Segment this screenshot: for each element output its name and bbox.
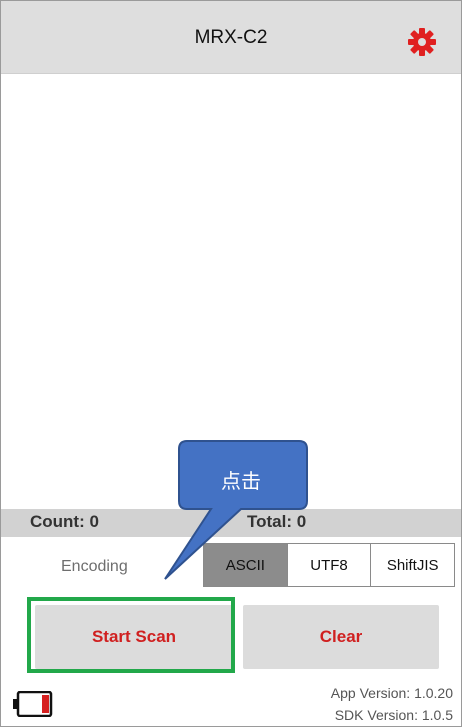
start-scan-highlight-box bbox=[27, 597, 235, 673]
app-header: MRX-C2 bbox=[1, 1, 461, 74]
encoding-option-utf8[interactable]: UTF8 bbox=[287, 544, 372, 586]
battery-low-icon bbox=[13, 691, 53, 717]
encoding-selector: ASCII UTF8 ShiftJIS bbox=[203, 543, 455, 587]
gear-icon[interactable] bbox=[407, 27, 437, 57]
encoding-option-shiftjis[interactable]: ShiftJIS bbox=[371, 544, 455, 586]
app-title: MRX-C2 bbox=[194, 27, 268, 48]
count-bar: Count: 0 Total: 0 bbox=[1, 509, 461, 537]
total-label: Total: 0 bbox=[247, 512, 307, 531]
count-label: Count: 0 bbox=[30, 512, 99, 531]
sdk-version: SDK Version: 1.0.5 bbox=[334, 707, 453, 723]
app-version: App Version: 1.0.20 bbox=[330, 685, 453, 701]
callout-text: 点击 bbox=[221, 469, 261, 493]
encoding-label: Encoding bbox=[61, 558, 128, 575]
scan-results-area[interactable] bbox=[1, 74, 461, 508]
clear-button[interactable]: Clear bbox=[243, 605, 439, 669]
encoding-option-ascii[interactable]: ASCII bbox=[204, 544, 288, 586]
